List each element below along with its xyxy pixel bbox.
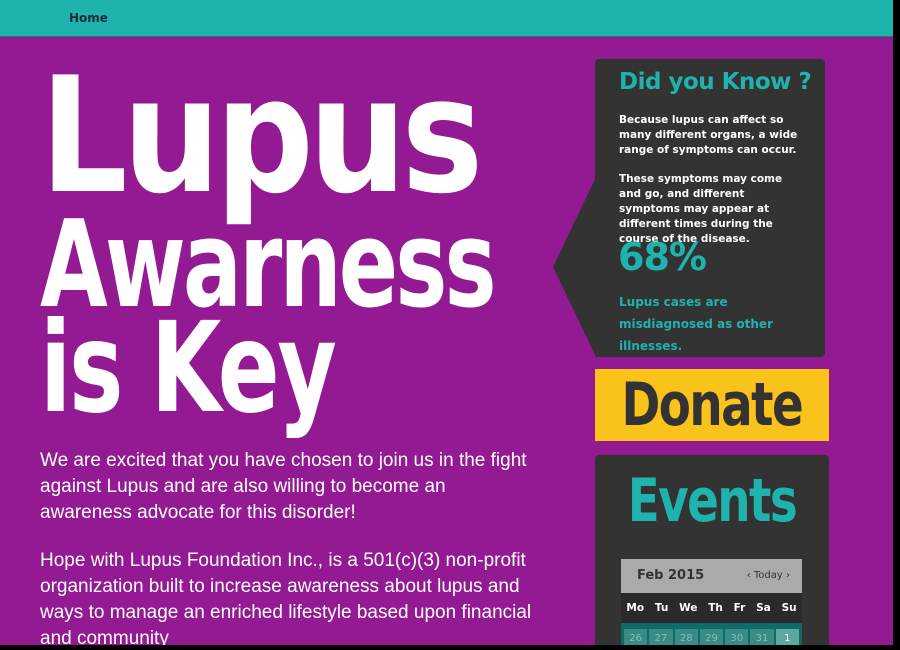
did-you-know-paragraph-1: Because lupus can affect so many differe… [619, 114, 798, 156]
misdiagnosis-stat-label: Lupus cases are misdiagnosed as other il… [619, 295, 773, 353]
events-panel: Events Feb 2015 ‹ Today › Mo Tu We Th Fr… [595, 455, 829, 645]
intro-paragraph-1: We are excited that you have chosen to j… [40, 450, 527, 523]
donate-label: Donate [621, 370, 804, 440]
calendar-date[interactable]: 29 [699, 629, 724, 645]
calendar-date[interactable]: 28 [674, 629, 698, 645]
calendar-date[interactable]: 1 [775, 629, 799, 645]
calendar-dates-row: 26 27 28 29 30 31 1 [621, 623, 802, 645]
intro-text: We are excited that you have chosen to j… [40, 448, 540, 645]
intro-paragraph-2: Hope with Lupus Foundation Inc., is a 50… [40, 550, 532, 645]
hero-line-1: Lupus [40, 42, 483, 229]
events-calendar: Feb 2015 ‹ Today › Mo Tu We Th Fr Sa Su … [621, 559, 802, 645]
calendar-today-button[interactable]: Today [754, 570, 783, 581]
page: Home Lupus Awarness is Key We are excite… [0, 0, 893, 645]
weekday-label: Mo [626, 602, 645, 614]
calendar-nav: ‹ Today › [747, 570, 790, 581]
hero-line-3: is Key [40, 296, 337, 441]
weekday-label: Th [708, 602, 723, 614]
calendar-month: Feb 2015 [637, 568, 705, 583]
nav-home-link[interactable]: Home [69, 11, 108, 25]
calendar-date[interactable]: 31 [750, 629, 774, 645]
weekday-label: Fr [733, 602, 746, 614]
weekday-label: We [679, 602, 698, 614]
calendar-header: Feb 2015 ‹ Today › [621, 559, 802, 593]
calendar-date[interactable]: 27 [649, 629, 673, 645]
calendar-prev-icon[interactable]: ‹ [747, 570, 751, 581]
did-you-know-title: Did you Know ? [619, 69, 812, 95]
weekday-label: Tu [654, 602, 669, 614]
events-title: Events [627, 466, 798, 536]
calendar-date[interactable]: 26 [624, 629, 648, 645]
weekday-label: Su [781, 602, 797, 614]
misdiagnosis-stat: 68% [618, 235, 707, 279]
calendar-weekdays: Mo Tu We Th Fr Sa Su [621, 593, 802, 623]
calendar-next-icon[interactable]: › [786, 570, 790, 581]
did-you-know-panel: Did you Know ? Because lupus can affect … [595, 59, 825, 357]
did-you-know-pointer [553, 175, 597, 359]
donate-button[interactable]: Donate [595, 369, 829, 441]
weekday-label: Sa [756, 602, 771, 614]
calendar-date[interactable]: 30 [725, 629, 749, 645]
top-nav-bar: Home [0, 0, 893, 37]
